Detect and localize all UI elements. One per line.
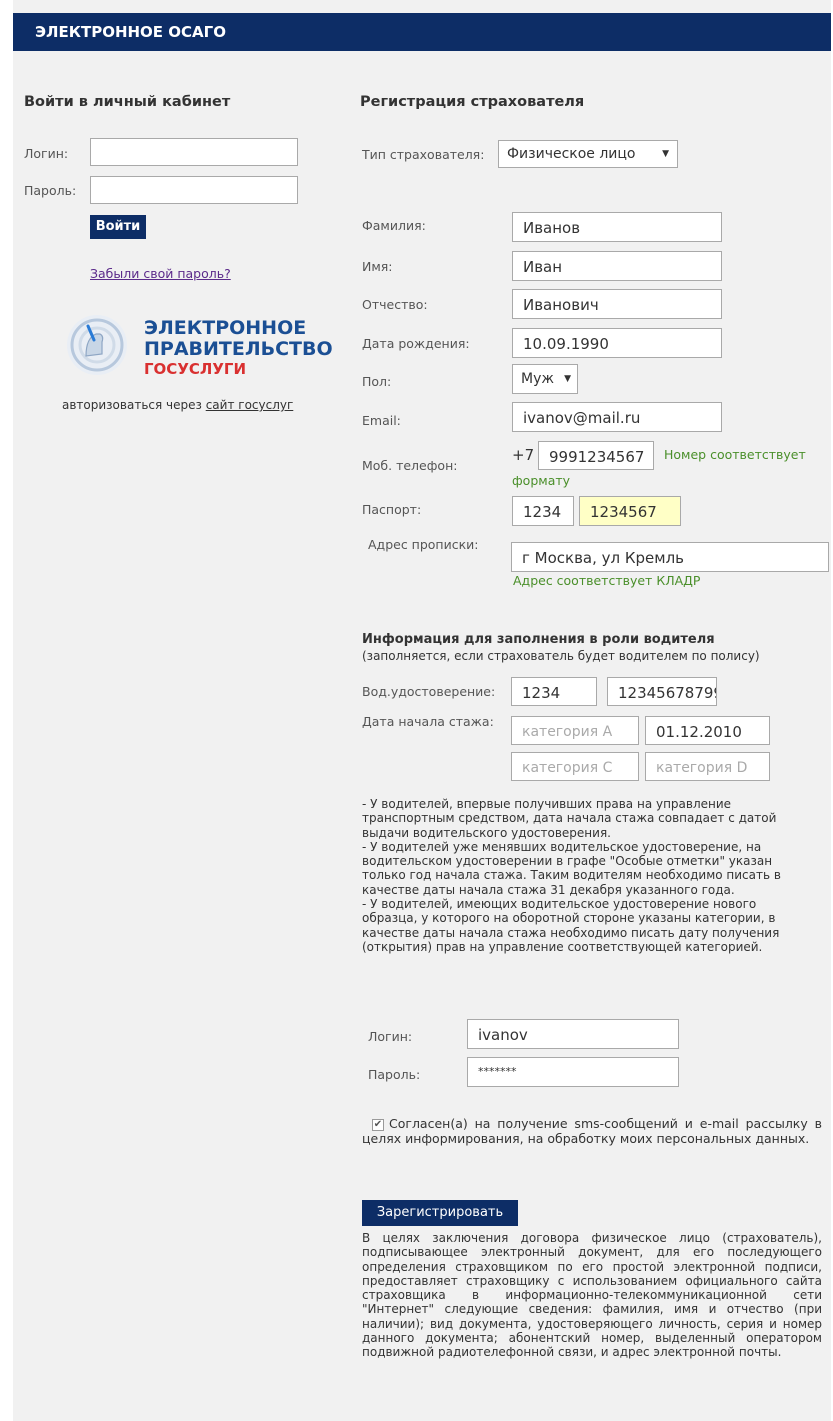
driver-note-line: образца, у которого на оборотной стороне…	[362, 911, 776, 926]
category-c-input[interactable]: категория С	[511, 752, 639, 781]
license-number-input[interactable]: 12345678799	[607, 677, 717, 706]
experience-label: Дата начала стажа:	[362, 714, 494, 729]
driver-info-subtitle: (заполняется, если страхователь будет во…	[362, 649, 760, 663]
driver-note-line: водительском удостоверении в графе "Особ…	[362, 854, 773, 869]
forgot-password-link[interactable]: Забыли свой пароль?	[90, 266, 231, 281]
driver-note-line: - У водителей уже менявших водительское …	[362, 839, 762, 854]
gosuslugi-auth-text: авторизоваться через	[62, 398, 202, 412]
gosuslugi-auth-link[interactable]: сайт госуслуг	[206, 398, 294, 412]
header-title: ЭЛЕКТРОННОЕ ОСАГО	[35, 23, 226, 41]
phone-label: Моб. телефон:	[362, 458, 458, 473]
registration-title: Регистрация страхователя	[360, 94, 585, 110]
category-b-input[interactable]: 01.12.2010	[645, 716, 770, 745]
driver-note-line: выдачи водительского удостоверения.	[362, 825, 611, 840]
surname-label: Фамилия:	[362, 218, 426, 233]
driver-note-line: только год начала стажа. Таким водителям…	[362, 868, 781, 883]
driver-info-title: Информация для заполнения в роли водител…	[362, 632, 715, 647]
driver-note-line: качестве даты начала стажа 31 декабря ук…	[362, 882, 735, 897]
gosuslugi-logo-line2: ПРАВИТЕЛЬСТВО	[144, 338, 333, 360]
account-password-input[interactable]: *******	[467, 1057, 679, 1087]
driver-note-line: транспортным средством, дата начала стаж…	[362, 811, 777, 826]
patronymic-label: Отчество:	[362, 297, 428, 312]
phone-status: Номер соответствует	[664, 447, 806, 462]
birthdate-label: Дата рождения:	[362, 336, 470, 351]
driver-note-line: - У водителей, имеющих водительское удос…	[362, 897, 757, 912]
address-input[interactable]: г Москва, ул Кремль	[511, 542, 829, 572]
chevron-down-icon: ▼	[564, 374, 571, 384]
passport-series-input[interactable]: 1234	[512, 496, 574, 526]
passport-number-input[interactable]: 1234567	[579, 496, 681, 526]
gender-value: Муж	[521, 371, 554, 387]
phone-status-cont: формату	[512, 473, 571, 488]
address-status: Адрес соответствует КЛАДР	[513, 573, 701, 588]
driver-notes: - У водителей, впервые получивших права …	[362, 797, 822, 954]
phone-input[interactable]: 9991234567	[538, 441, 654, 470]
insurer-type-label: Тип страхователя:	[362, 147, 485, 162]
patronymic-input[interactable]: Иванович	[512, 289, 722, 319]
account-login-label: Логин:	[368, 1029, 413, 1044]
email-label: Email:	[362, 413, 401, 428]
password-label: Пароль:	[24, 183, 77, 198]
password-input[interactable]	[90, 176, 298, 204]
gosuslugi-emblem-icon	[64, 312, 130, 378]
insurer-type-value: Физическое лицо	[507, 146, 636, 162]
license-series-input[interactable]: 1234	[511, 677, 597, 706]
legal-text: В целях заключения договора физическое л…	[362, 1231, 822, 1360]
gosuslugi-logo-line1: ЭЛЕКТРОННОЕ	[144, 317, 307, 339]
account-password-label: Пароль:	[368, 1067, 421, 1082]
page-header: ЭЛЕКТРОННОЕ ОСАГО	[13, 13, 831, 51]
login-title: Войти в личный кабинет	[24, 94, 231, 110]
phone-prefix: +7	[512, 446, 535, 464]
login-input[interactable]	[90, 138, 298, 166]
name-label: Имя:	[362, 259, 393, 274]
driver-note-line: - У водителей, впервые получивших права …	[362, 797, 732, 811]
driver-note-line: (открытия) прав на управление соответств…	[362, 939, 763, 954]
register-button[interactable]: Зарегистрировать	[362, 1200, 518, 1226]
category-d-input[interactable]: категория D	[645, 752, 770, 781]
birthdate-input[interactable]: 10.09.1990	[512, 328, 722, 358]
chevron-down-icon: ▼	[662, 149, 669, 159]
passport-label: Паспорт:	[362, 502, 422, 517]
account-login-input[interactable]: ivanov	[467, 1019, 679, 1049]
consent-text: Согласен(а) на получение sms-сообщений и…	[362, 1116, 822, 1146]
email-input[interactable]: ivanov@mail.ru	[512, 402, 722, 432]
login-label: Логин:	[24, 146, 69, 161]
gosuslugi-logo-line3: ГОСУСЛУГИ	[144, 360, 247, 378]
driver-note-line: качестве даты начала стажа необходимо пи…	[362, 925, 780, 940]
license-label: Вод.удостоверение:	[362, 684, 496, 699]
category-a-input[interactable]: категория А	[511, 716, 639, 745]
name-input[interactable]: Иван	[512, 251, 722, 281]
insurer-type-select[interactable]: Физическое лицо ▼	[498, 140, 678, 168]
gender-select[interactable]: Муж ▼	[512, 364, 578, 394]
gosuslugi-auth-row: авторизоваться через сайт госуслуг	[62, 398, 293, 412]
gender-label: Пол:	[362, 374, 392, 389]
surname-input[interactable]: Иванов	[512, 212, 722, 242]
login-button[interactable]: Войти	[90, 215, 146, 239]
address-label: Адрес прописки:	[368, 537, 479, 552]
gosuslugi-logo[interactable]: ЭЛЕКТРОННОЕ ПРАВИТЕЛЬСТВО ГОСУСЛУГИ	[144, 317, 333, 379]
